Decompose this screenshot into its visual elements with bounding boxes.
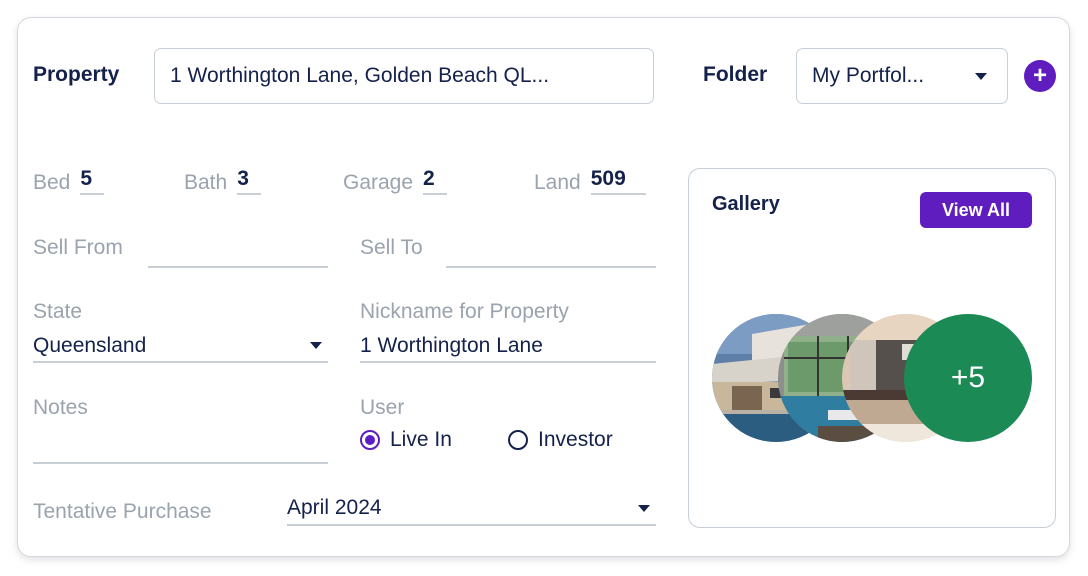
sell-from-label: Sell From	[33, 236, 123, 259]
land-input[interactable]: 509	[590, 167, 646, 195]
property-input-value: 1 Worthington Lane, Golden Beach QL...	[170, 64, 550, 87]
land-label: Land	[534, 171, 581, 194]
land-field: Land 509	[534, 167, 646, 195]
chevron-down-icon	[310, 342, 322, 349]
gallery-more-button[interactable]: +5	[904, 314, 1032, 442]
property-input[interactable]: 1 Worthington Lane, Golden Beach QL...	[154, 48, 654, 104]
sell-to-input[interactable]	[446, 244, 656, 268]
user-label: User	[360, 396, 405, 419]
chevron-down-icon	[975, 72, 987, 80]
bath-label: Bath	[184, 171, 228, 194]
garage-input[interactable]: 2	[423, 167, 448, 195]
state-select[interactable]: Queensland	[33, 330, 328, 363]
chevron-down-icon	[638, 504, 650, 512]
more-count: +5	[950, 361, 986, 394]
property-label: Property	[33, 63, 120, 86]
nickname-input-value: 1 Worthington Lane	[360, 333, 543, 357]
bath-input[interactable]: 3	[237, 167, 262, 195]
state-select-value: Queensland	[33, 333, 147, 357]
plus-icon: +	[1032, 62, 1047, 89]
nickname-label: Nickname for Property	[360, 300, 569, 323]
tentative-purchase-label: Tentative Purchase	[33, 500, 212, 523]
bath-field: Bath 3	[184, 167, 262, 195]
garage-label: Garage	[343, 171, 414, 194]
garage-field: Garage 2	[343, 167, 448, 195]
state-label: State	[33, 300, 83, 323]
radio-selected-icon[interactable]	[360, 430, 380, 450]
sell-to-label: Sell To	[360, 236, 423, 259]
notes-label: Notes	[33, 396, 88, 419]
investor-label: Investor	[538, 428, 613, 451]
folder-select-value: My Portfol...	[812, 64, 925, 87]
user-option-live-in[interactable]: Live In	[360, 428, 452, 452]
folder-label: Folder	[703, 63, 768, 86]
user-option-investor[interactable]: Investor	[508, 428, 613, 452]
add-folder-button[interactable]: +	[1024, 60, 1056, 92]
notes-input[interactable]	[33, 424, 328, 464]
bed-field: Bed 5	[33, 167, 105, 195]
nickname-input[interactable]: 1 Worthington Lane	[360, 330, 656, 363]
radio-unselected-icon[interactable]	[508, 430, 528, 450]
view-all-button[interactable]: View All	[920, 192, 1032, 228]
folder-select[interactable]: My Portfol...	[796, 48, 1008, 104]
live-in-label: Live In	[390, 428, 452, 451]
tentative-purchase-value: April 2024	[287, 496, 382, 519]
tentative-purchase-select[interactable]: April 2024	[287, 492, 656, 526]
gallery-title: Gallery	[712, 193, 780, 215]
bed-label: Bed	[33, 171, 71, 194]
bed-input[interactable]: 5	[80, 167, 105, 195]
sell-from-input[interactable]	[148, 244, 328, 268]
